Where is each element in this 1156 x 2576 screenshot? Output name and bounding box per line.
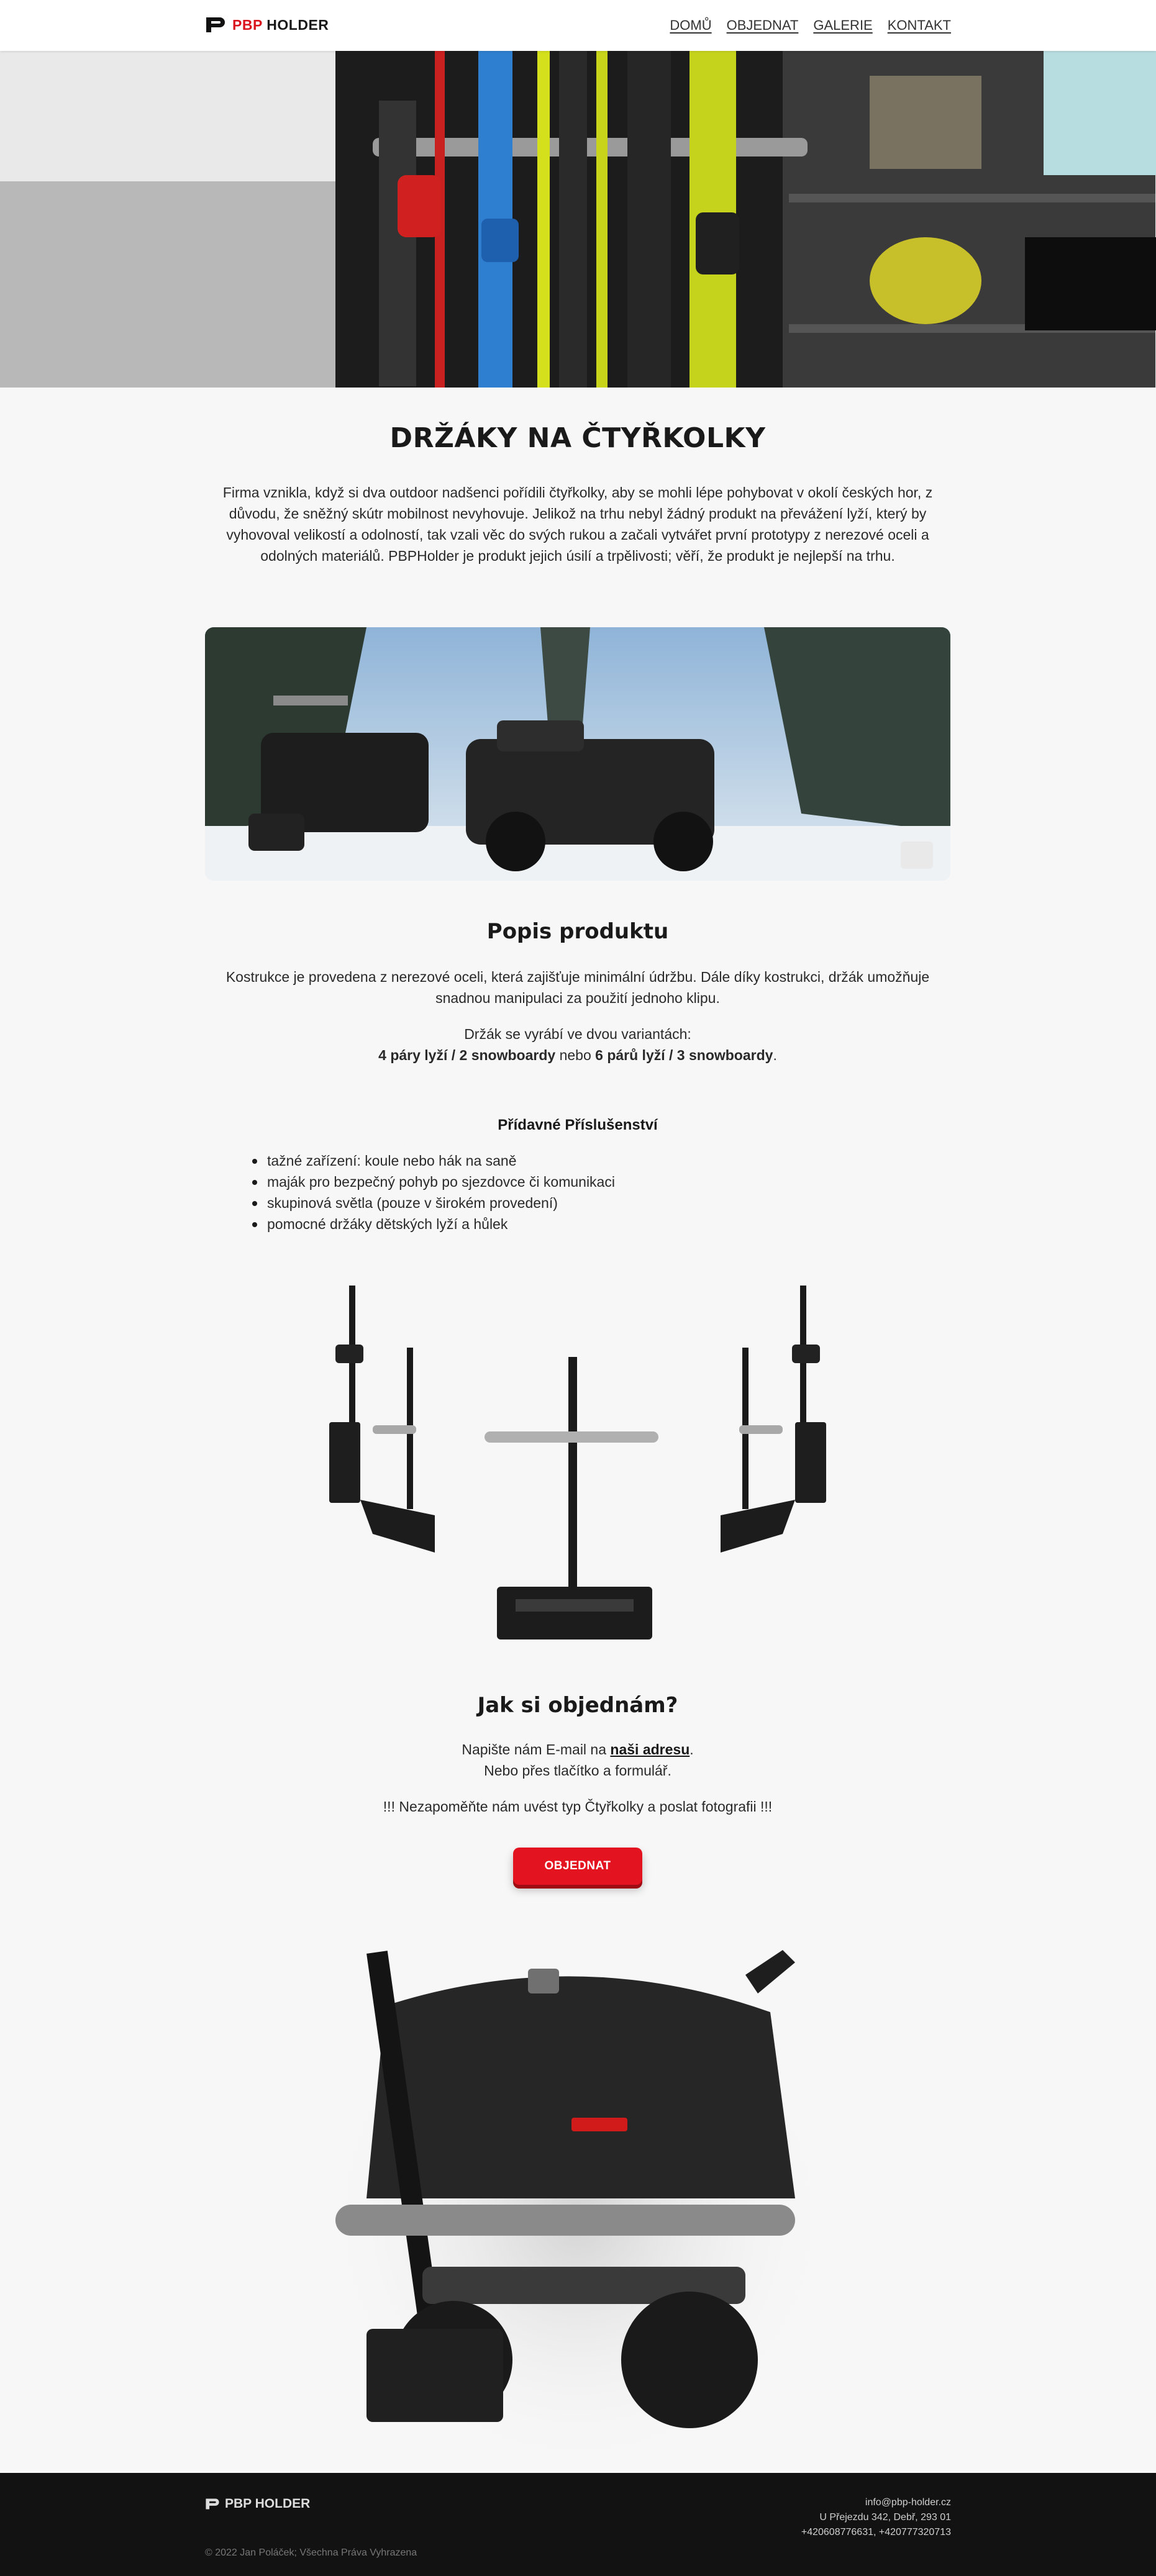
hero-image (0, 51, 1156, 388)
site-logo[interactable]: PBP HOLDER (205, 15, 329, 35)
list-item: skupinová světla (pouze v širokém proved… (252, 1192, 826, 1213)
site-header: PBP HOLDER DOMŮ OBJEDNAT GALERIE KONTAKT (0, 0, 1156, 51)
pbp-logo-icon (206, 17, 225, 32)
order-note: !!! Nezapoměňte nám uvést typ Čtyřkolky … (383, 1798, 773, 1815)
accessories-heading: Přídavné Příslušenství (498, 1117, 658, 1133)
order-heading: Jak si objednám? (477, 1693, 678, 1718)
nav-link-gallery[interactable]: GALERIE (813, 17, 872, 34)
description-heading: Popis produktu (486, 919, 669, 944)
ski-holders-illustration (329, 1286, 826, 1639)
site-footer: PBP HOLDER © 2022 Jan Poláček; Všechna P… (0, 2473, 1156, 2576)
footer-email[interactable]: info@pbp-holder.cz (801, 2495, 951, 2510)
hero-ski-rack-photo (0, 51, 1156, 388)
watermark-logo-icon (901, 841, 933, 869)
footer-logo-text: PBP HOLDER (225, 2497, 311, 2511)
order-line-form: Nebo přes tlačítko a formulář. (484, 1762, 671, 1779)
footer-address: U Přejezdu 342, Debř, 293 01 (819, 2512, 951, 2523)
atv-with-holder-image (311, 1931, 845, 2478)
copyright-text: © 2022 Jan Poláček; Všechna Práva Vyhraz… (205, 2547, 417, 2558)
main-nav: DOMŮ OBJEDNAT GALERIE KONTAKT (670, 17, 951, 34)
order-button[interactable]: OBJEDNAT (513, 1848, 642, 1885)
email-address-link[interactable]: naši adresu (610, 1741, 690, 1757)
footer-phones[interactable]: +420608776631, +420777320713 (801, 2525, 951, 2540)
list-item: maják pro bezpečný pohyb po sjezdovce či… (252, 1171, 826, 1192)
variants-intro: Držák se vyrábí ve dvou variantách: (464, 1026, 691, 1042)
atv-winter-photo (205, 627, 950, 881)
list-item: pomocné držáky dětských lyží a hůlek (252, 1213, 826, 1235)
logo-text: PBP HOLDER (232, 16, 329, 33)
list-item: tažné zařízení: koule nebo hák na saně (252, 1150, 826, 1171)
nav-link-contact[interactable]: KONTAKT (888, 17, 951, 34)
footer-contact: info@pbp-holder.cz U Přejezdu 342, Debř,… (801, 2495, 951, 2540)
nav-link-home[interactable]: DOMŮ (670, 17, 711, 34)
pbp-logo-icon (206, 2498, 219, 2510)
page-title: DRŽÁKY NA ČTYŘKOLKY (389, 422, 766, 454)
winter-forest-atv-image (205, 627, 950, 881)
atv-rear-illustration (317, 1950, 839, 2478)
variants-line: 4 páry lyží / 2 snowboardy nebo 6 párů l… (378, 1047, 777, 1063)
intro-text: Firma vznikla, když si dva outdoor nadše… (222, 484, 933, 564)
accessories-list: tažné zařízení: koule nebo hák na saně m… (252, 1150, 826, 1235)
description-text: Kostrukce je provedena z nerezové oceli,… (225, 969, 930, 1006)
holder-variants-image (311, 1279, 845, 1652)
order-line-email: Napište nám E-mail na naši adresu. (462, 1741, 694, 1757)
variant-small: 4 páry lyží / 2 snowboardy (378, 1047, 556, 1063)
variant-large: 6 párů lyží / 3 snowboardy (595, 1047, 773, 1063)
nav-link-order[interactable]: OBJEDNAT (727, 17, 799, 34)
footer-logo[interactable]: PBP HOLDER (205, 2497, 310, 2511)
